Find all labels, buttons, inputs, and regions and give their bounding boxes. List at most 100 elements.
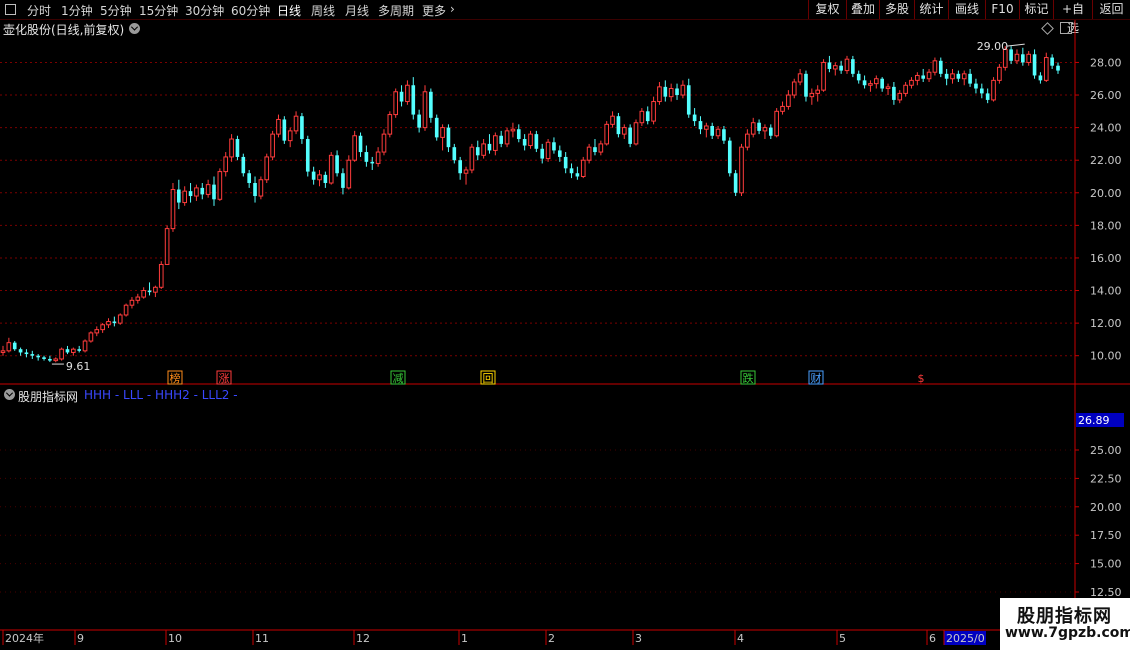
- candle-body: [862, 80, 867, 86]
- candle-body: [458, 160, 462, 174]
- candle-body: [710, 125, 715, 136]
- candle-body: [873, 78, 879, 85]
- candle-body: [200, 187, 205, 195]
- candlestick-chart: 10.00 12.00 14.00 16.00 18.00 20.00 22.00 24.00…: [0, 20, 1130, 645]
- candle-body: [341, 173, 345, 188]
- candle-body: [358, 135, 363, 153]
- candle-body: [24, 352, 29, 355]
- y-tick-label: 10.00: [1090, 350, 1122, 363]
- high-arrow: [1006, 43, 1025, 47]
- y-tick-label: 12.00: [1090, 317, 1122, 330]
- candle-body: [417, 114, 421, 128]
- candle-body: [147, 290, 152, 293]
- candle-body: [1050, 57, 1054, 66]
- y-tick-label: 26.00: [1090, 89, 1122, 102]
- y-tick-label: 20.00: [1090, 187, 1122, 200]
- candle-body: [123, 304, 129, 316]
- candle-body: [757, 122, 761, 131]
- candle-body: [733, 173, 738, 193]
- candle-body: [411, 85, 416, 115]
- candle-body: [586, 146, 592, 161]
- candle-body: [375, 151, 381, 164]
- candle-body: [739, 146, 744, 194]
- event-marker-label: $: [918, 372, 925, 385]
- candle-body: [387, 114, 393, 135]
- candle-body: [463, 169, 469, 174]
- candle-body: [991, 79, 996, 101]
- candle-body: [698, 121, 703, 130]
- candle-body: [915, 74, 920, 81]
- candle-body: [569, 168, 574, 174]
- candle-body: [616, 116, 621, 135]
- candle-body: [381, 133, 387, 153]
- candle-body: [153, 286, 158, 293]
- candle-body: [452, 147, 457, 161]
- candle-body: [516, 129, 521, 140]
- candle-body: [827, 62, 832, 69]
- event-marker-label: 榜: [170, 371, 181, 385]
- y-tick-label: 16.00: [1090, 252, 1122, 265]
- candle-body: [177, 189, 181, 203]
- candle-body: [48, 358, 52, 361]
- candle-body: [791, 81, 797, 96]
- candle-body: [692, 114, 697, 122]
- candle-body: [399, 91, 404, 102]
- y-tick-label: 22.00: [1090, 154, 1122, 167]
- candle-body: [293, 115, 299, 132]
- candle-body: [194, 187, 199, 197]
- candle-body: [82, 340, 88, 352]
- candle-body: [510, 128, 516, 132]
- candle-body: [59, 348, 64, 360]
- candle-body: [135, 296, 141, 301]
- candle-body: [885, 86, 891, 90]
- candle-body: [158, 263, 164, 288]
- candle-body: [844, 58, 850, 72]
- candle-body: [247, 173, 251, 184]
- candle-body: [287, 130, 293, 142]
- candle-body: [974, 83, 978, 89]
- x-tick-label: 4: [737, 632, 744, 645]
- candle-body: [593, 147, 597, 153]
- candle-body: [563, 156, 568, 169]
- candle-body: [88, 332, 94, 342]
- candle-body: [30, 354, 35, 356]
- y-tick-label: 18.00: [1090, 219, 1122, 232]
- candle-body: [727, 140, 732, 174]
- candle-body: [65, 349, 70, 353]
- candle-body: [921, 75, 926, 79]
- candle-body: [880, 78, 884, 89]
- event-marker-label: 回: [483, 372, 494, 385]
- candle-body: [903, 84, 908, 94]
- candle-body: [346, 159, 352, 189]
- candle-body: [106, 320, 111, 326]
- candle-body: [235, 139, 240, 157]
- candle-body: [446, 127, 451, 148]
- candle-body: [680, 84, 686, 96]
- x-tick-label: 5: [839, 632, 846, 645]
- candle-body: [77, 349, 82, 351]
- candle-body: [364, 152, 369, 162]
- y-tick-label: 14.00: [1090, 285, 1122, 298]
- candle-body: [534, 134, 539, 149]
- candle-body: [217, 171, 223, 200]
- candle-body: [540, 148, 545, 159]
- candle-body: [604, 123, 610, 145]
- candle-body: [979, 88, 984, 94]
- candle-body: [112, 321, 117, 324]
- watermark-url: www.7gpzb.com: [1005, 625, 1130, 641]
- candle-body: [164, 228, 170, 265]
- candle-body: [892, 86, 896, 100]
- event-marker-label: 跌: [743, 371, 754, 385]
- candle-body: [253, 183, 257, 197]
- candle-body: [628, 127, 632, 144]
- sub-y-tick-label: 20.00: [1090, 501, 1122, 514]
- candle-body: [475, 147, 480, 156]
- candle-body: [117, 314, 123, 324]
- candle-body: [968, 73, 972, 84]
- sub-chevron-down-icon[interactable]: [4, 389, 15, 400]
- candle-body: [621, 127, 627, 135]
- x-tick-label: 11: [255, 632, 269, 645]
- candle-body: [300, 116, 304, 140]
- x-tick-label: 12: [356, 632, 370, 645]
- candle-body: [405, 84, 410, 103]
